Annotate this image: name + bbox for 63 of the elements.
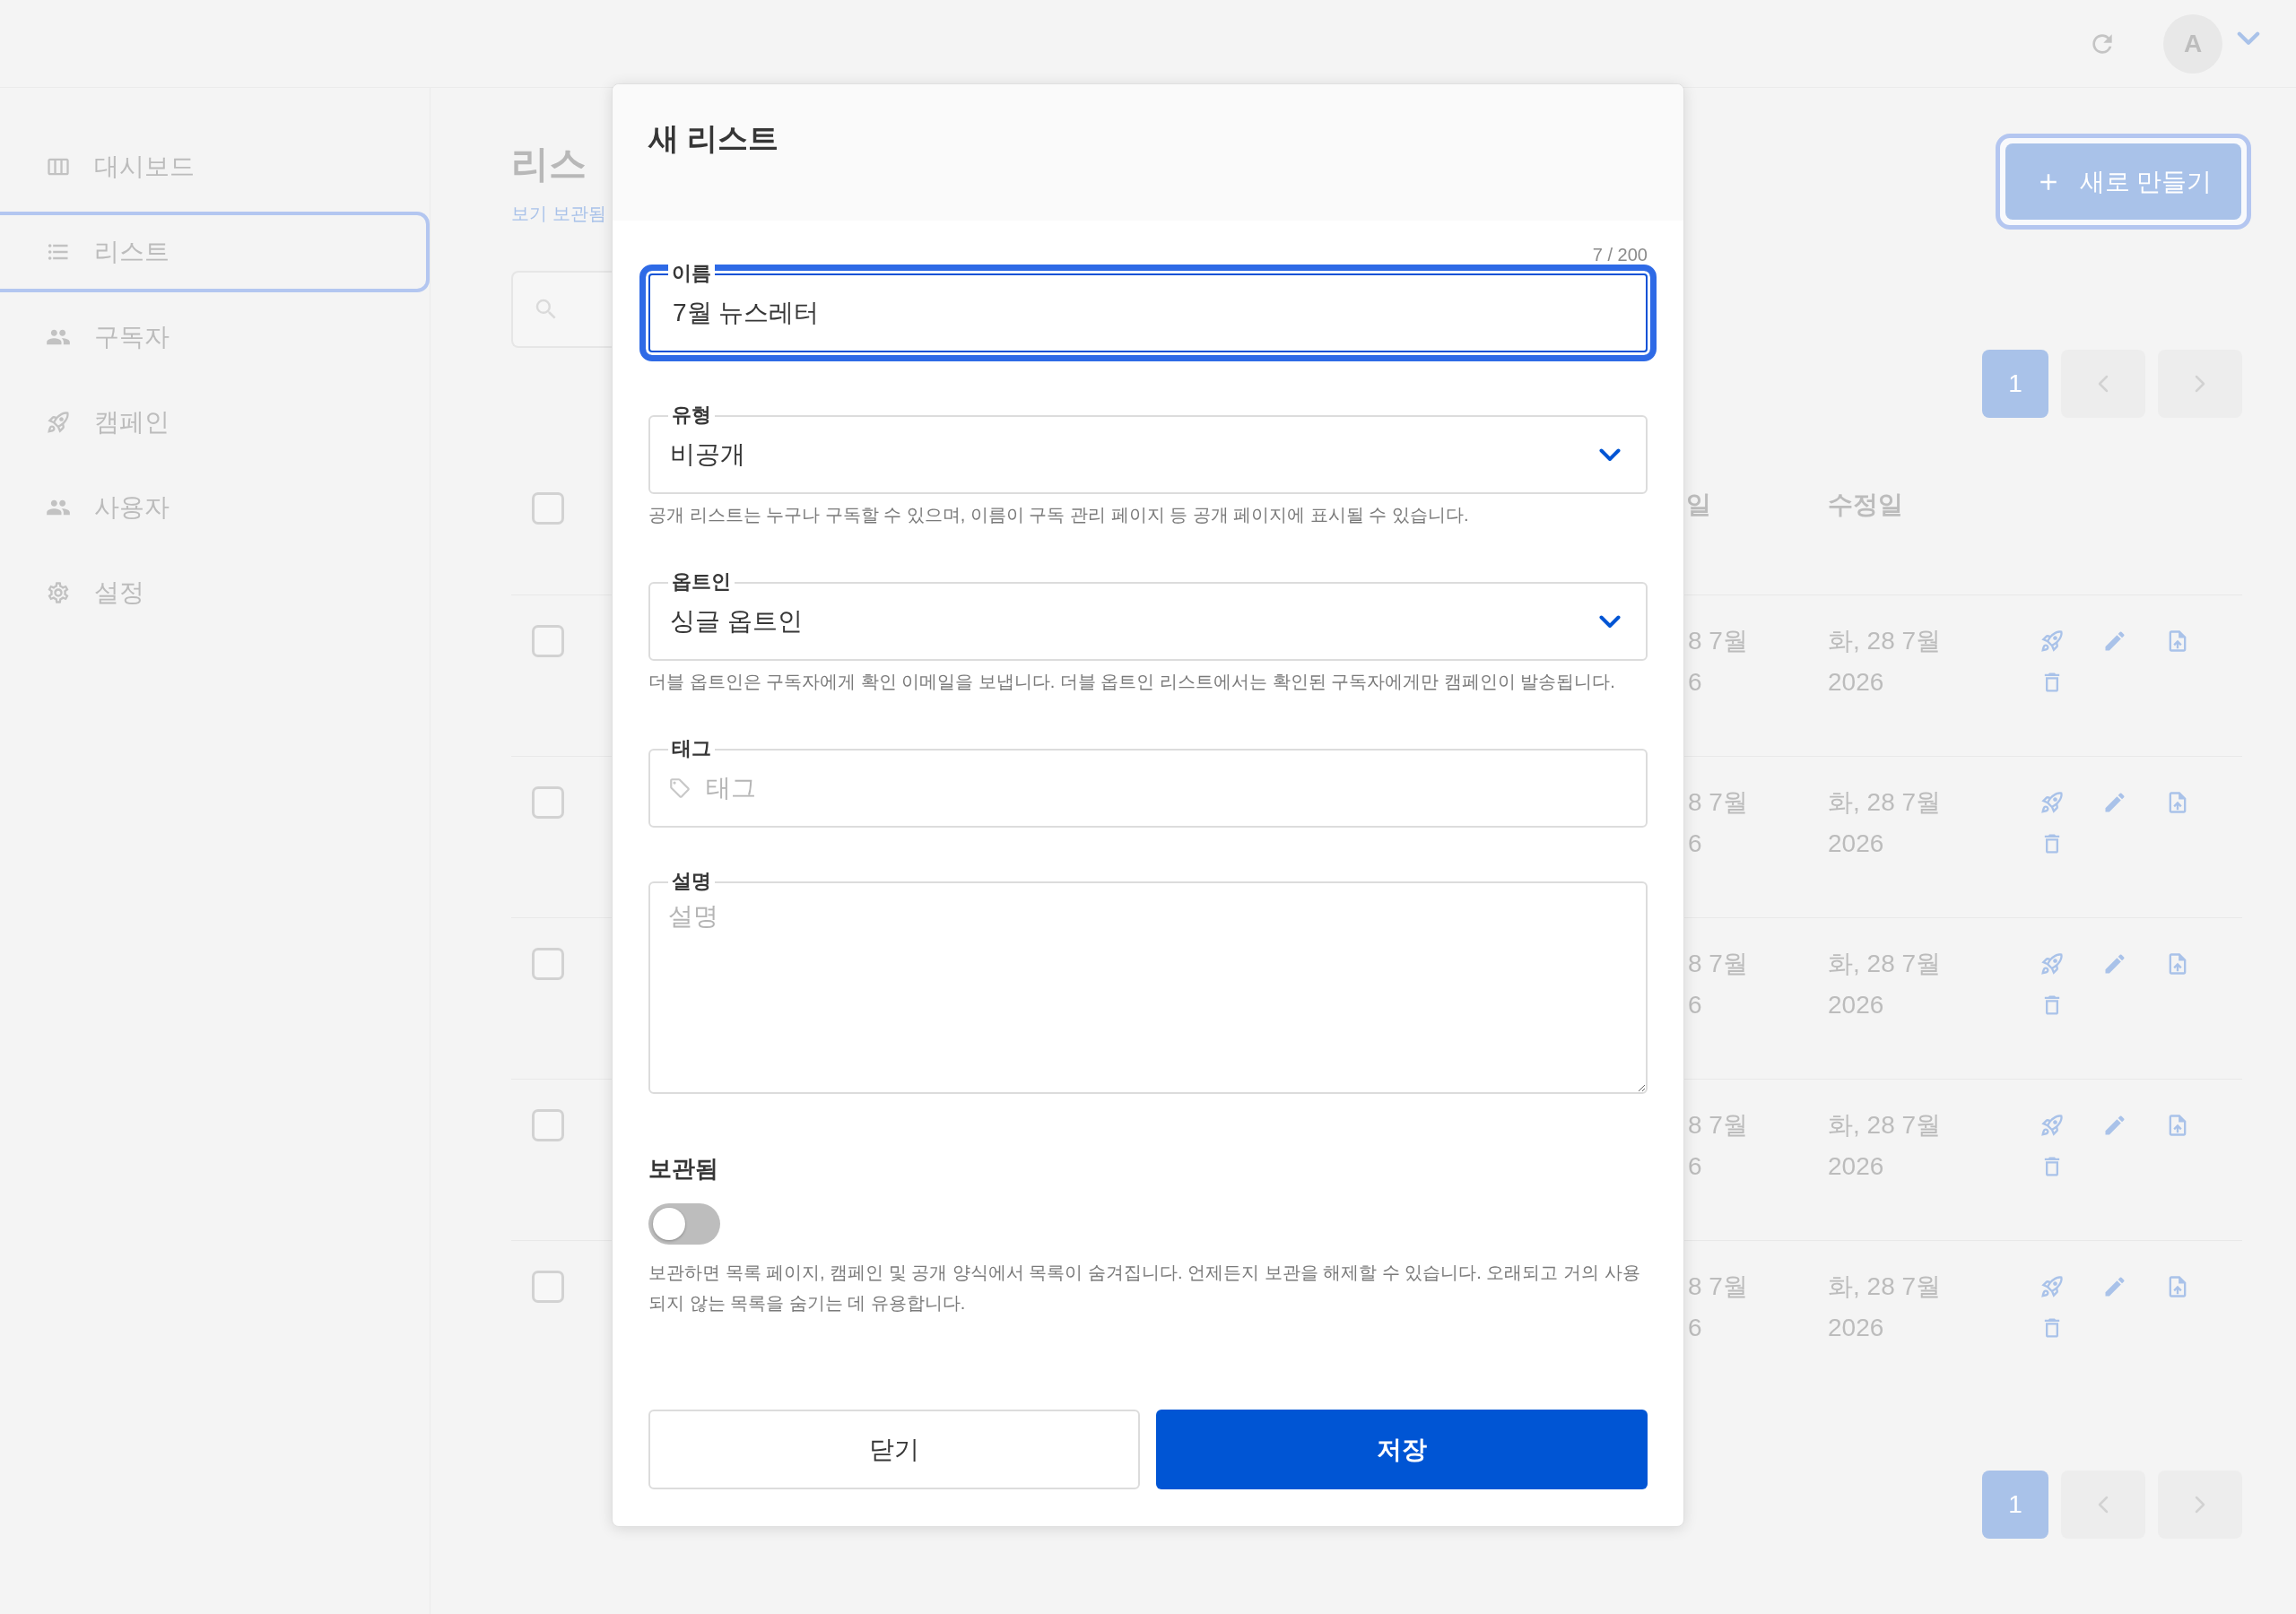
table-cell-text: 화, 28 7월 2026 — [1828, 626, 1943, 698]
new-list-button[interactable]: 새로 만들기 — [1996, 134, 2251, 230]
sidebar-item[interactable]: 대시보드 — [0, 126, 430, 207]
rocket-icon[interactable] — [2039, 629, 2065, 654]
chevron-right-icon — [2195, 1496, 2205, 1514]
checkbox[interactable] — [532, 786, 564, 819]
checkbox[interactable] — [532, 625, 564, 657]
rocket-icon[interactable] — [2039, 951, 2065, 976]
archive-switch[interactable] — [648, 1203, 720, 1245]
save-button[interactable]: 저장 — [1156, 1410, 1648, 1489]
table-cell-text: 8 7월 6 — [1688, 1110, 1749, 1182]
table-cell-text: 8 7월 6 — [1688, 787, 1749, 859]
help-text: 공개 리스트는 누구나 구독할 수 있으며, 이름이 구독 관리 페이지 등 공개 페이지에 표시될 수 있습니다. — [648, 504, 1470, 526]
table-cell-text: 화, 28 7월 2026 — [1828, 949, 1943, 1020]
page-title: 리스 — [511, 142, 587, 187]
field-label: 이름 — [668, 262, 715, 285]
column-header: 일 — [1686, 490, 1711, 518]
checkbox[interactable] — [532, 492, 564, 525]
switch-label: 보관됨 — [648, 1154, 718, 1184]
rocket-icon[interactable] — [2039, 790, 2065, 815]
next-page-button[interactable] — [2158, 1471, 2242, 1539]
help-text: 보관하면 목록 페이지, 캠페인 및 공개 양식에서 목록이 숨겨집니다. 언제든지 보관을 해제할 수 있습니다. 오래되고 거의 사용되지 않는 목록을 숨기는 데 유용합니다. — [648, 1262, 1641, 1315]
chevron-left-icon — [2098, 375, 2109, 393]
search-field[interactable] — [511, 271, 612, 348]
table-cell-text: 8 7월 6 — [1688, 1271, 1749, 1343]
sidebar-item[interactable]: 구독자 — [0, 297, 430, 377]
table-cell-text: 8 7월 6 — [1688, 626, 1749, 698]
checkbox[interactable] — [532, 1109, 564, 1141]
checkbox[interactable] — [532, 948, 564, 980]
close-button[interactable]: 닫기 — [648, 1410, 1140, 1489]
table-cell-text: 8 7월 6 — [1688, 949, 1749, 1020]
next-page-button[interactable] — [2158, 350, 2242, 418]
sidebar-item[interactable]: 리스트 — [0, 212, 430, 292]
table-cell-text: 화, 28 7월 2026 — [1828, 1110, 1943, 1182]
sidebar-item[interactable]: 설정 — [0, 552, 430, 633]
dialog-title: 새 리스트 — [648, 120, 780, 157]
page-button[interactable]: 1 — [1982, 350, 2048, 418]
page-button[interactable]: 1 — [1982, 1471, 2048, 1539]
field-label: 태그 — [668, 737, 715, 760]
chevron-down-icon — [1599, 447, 1621, 462]
character-counter: 7 / 200 — [1592, 245, 1648, 265]
column-header: 수정일 — [1828, 490, 1903, 518]
chevron-left-icon — [2098, 1496, 2109, 1514]
field-label: 옵트인 — [668, 570, 735, 594]
archived-link[interactable]: 보기 보관됨 — [511, 200, 606, 227]
field-label: 설명 — [668, 870, 715, 893]
chevron-right-icon — [2195, 375, 2205, 393]
rocket-icon[interactable] — [2039, 1274, 2065, 1299]
tag-icon — [668, 777, 691, 800]
table-cell-text: 화, 28 7월 2026 — [1828, 787, 1943, 859]
sidebar-item[interactable]: 캠페인 — [0, 382, 430, 463]
help-text: 더블 옵트인은 구독자에게 확인 이메일을 보냅니다. 더블 옵트인 리스트에서는 확인된 구독자에게만 캠페인이 발송됩니다. — [648, 671, 1616, 693]
rocket-icon[interactable] — [2039, 1113, 2065, 1138]
settings-icon — [46, 580, 71, 605]
checkbox[interactable] — [532, 1271, 564, 1303]
chevron-down-icon[interactable] — [2237, 30, 2260, 46]
rocket-icon — [46, 410, 71, 435]
field-label: 유형 — [668, 404, 715, 427]
previous-page-button[interactable] — [2061, 1471, 2145, 1539]
previous-page-button[interactable] — [2061, 350, 2145, 418]
sidebar-item[interactable]: 사용자 — [0, 467, 430, 548]
table-cell-text: 화, 28 7월 2026 — [1828, 1271, 1943, 1343]
chevron-down-icon — [1599, 614, 1621, 629]
